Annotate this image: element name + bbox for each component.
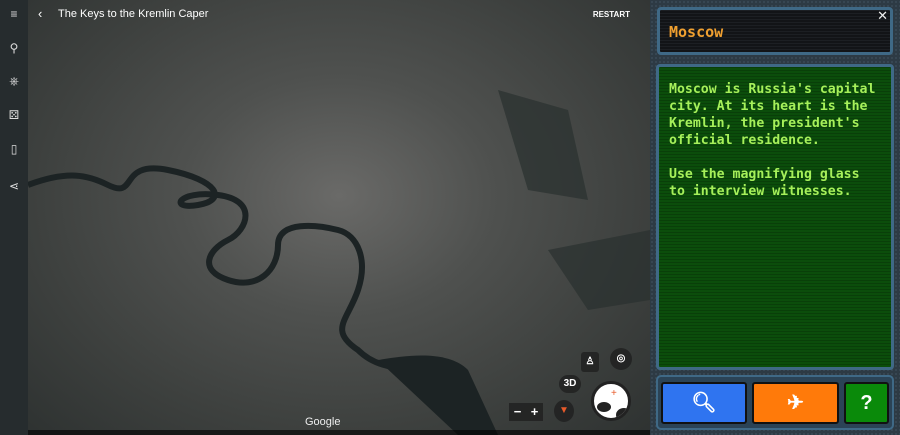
menu-icon[interactable]: ≡ [5, 5, 23, 23]
restart-button[interactable]: RESTART [593, 10, 630, 19]
action-bar: 🔍︎ ✈ ? [656, 375, 894, 430]
satellite-map[interactable]: ‹ The Keys to the Kremlin Caper RESTART … [28, 0, 650, 435]
city-name: Moscow [669, 23, 724, 41]
airplane-icon: ✈ [787, 392, 804, 414]
back-icon[interactable]: ‹ [38, 6, 42, 21]
pegman-icon[interactable]: ♙ [581, 352, 599, 372]
random-icon[interactable]: ⚄ [5, 106, 23, 124]
project-title: The Keys to the Kremlin Caper [58, 8, 209, 20]
google-logo: Google [305, 416, 341, 428]
clue-text-box: Moscow is Russia's capital city. At its … [656, 64, 894, 370]
magnifying-glass-icon: 🔍︎ [691, 392, 717, 414]
description-text: Moscow is Russia's capital city. At its … [669, 82, 876, 148]
search-icon[interactable]: ⚲ [5, 39, 23, 57]
3d-toggle[interactable]: 3D [559, 375, 581, 393]
sidebar: ≡ ⚲ ⎈ ⚄ ▯ ⋖ [0, 0, 28, 435]
info-panel: Moscow ✕ Moscow is Russia's capital city… [650, 0, 900, 435]
close-icon[interactable]: ✕ [877, 8, 888, 24]
investigate-button[interactable]: 🔍︎ [661, 382, 747, 424]
voyager-icon[interactable]: ⎈ [5, 72, 23, 90]
bookmark-icon[interactable]: ▯ [5, 140, 23, 158]
my-location-icon[interactable]: ◎ [610, 348, 632, 370]
instruction-text: Use the magnifying glass to interview wi… [669, 167, 860, 199]
help-button[interactable]: ? [844, 382, 889, 424]
share-icon[interactable]: ⋖ [5, 177, 23, 195]
globe-icon[interactable]: + [591, 381, 631, 421]
zoom-out-button[interactable]: − [509, 403, 526, 421]
attribution-bar [28, 430, 650, 435]
zoom-in-button[interactable]: + [526, 403, 543, 421]
travel-button[interactable]: ✈ [752, 382, 839, 424]
river-overlay [28, 90, 650, 435]
location-header: Moscow ✕ [657, 7, 893, 55]
compass-icon[interactable]: ▼ [554, 400, 574, 422]
